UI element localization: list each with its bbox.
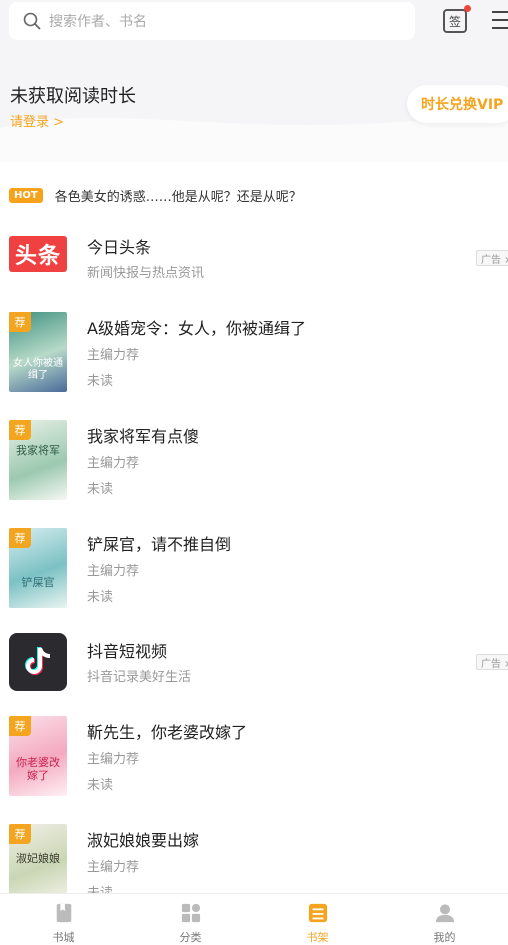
recommend-tag: 荐: [9, 716, 31, 736]
item-status: 未读: [87, 482, 114, 497]
item-subtitle: 新闻快报与热点资讯: [87, 266, 205, 281]
tab-bookstore[interactable]: 书城: [0, 894, 127, 945]
hot-badge: HOT: [9, 187, 43, 203]
tab-label: 书城: [52, 931, 75, 944]
item-title: 淑妃娘娘要出嫁: [87, 831, 200, 850]
search-icon: [23, 12, 41, 30]
tab-bookshelf[interactable]: 书架: [254, 894, 381, 945]
tab-label: 书架: [306, 931, 329, 944]
book-cover: 铲屎官 荐: [9, 528, 67, 608]
list-item-book[interactable]: 铲屎官 荐 铲屎官，请不推自倒 主编力荐 未读: [0, 526, 508, 626]
search-placeholder: 搜索作者、书名: [49, 14, 147, 30]
tab-label: 我的: [433, 931, 456, 944]
item-title: 我家将军有点傻: [87, 427, 200, 446]
ad-close-badge[interactable]: 广告 ×: [476, 654, 508, 670]
item-title: 靳先生，你老婆改嫁了: [87, 723, 248, 742]
item-subtitle: 主编力荐: [87, 860, 140, 875]
item-status: 未读: [87, 590, 114, 605]
bookshelf-icon: [308, 903, 327, 923]
header-area: 搜索作者、书名 签 未获取阅读时长 请登录 > 时长兑换VIP: [0, 0, 508, 162]
book-cover: 我家将军 荐: [9, 420, 67, 500]
ad-close-badge[interactable]: 广告 ×: [476, 250, 508, 266]
item-status: 未读: [87, 882, 113, 893]
toutiao-logo: 头条: [9, 234, 67, 274]
list-item-ad-toutiao[interactable]: 头条 今日头条 新闻快报与热点资讯 广告 ×: [0, 222, 508, 322]
item-subtitle: 主编力荐: [87, 564, 140, 579]
item-subtitle: 抖音记录美好生活: [87, 670, 192, 685]
notification-dot: [464, 5, 471, 12]
user-icon: [435, 904, 454, 923]
tab-categories[interactable]: 分类: [127, 894, 254, 945]
item-title: 铲屎官，请不推自倒: [87, 535, 232, 554]
search-bar[interactable]: 搜索作者、书名: [9, 2, 415, 40]
item-title: A级婚宠令：女人，你被通缉了: [87, 319, 306, 338]
list-item-book[interactable]: 你老婆改嫁了 荐 靳先生，你老婆改嫁了 主编力荐 未读: [0, 714, 508, 814]
douyin-logo: [9, 633, 67, 691]
vip-exchange-button[interactable]: 时长兑换VIP: [407, 85, 508, 123]
hot-banner[interactable]: HOT 各色美女的诱惑……他是从呢？还是从呢？: [0, 181, 508, 209]
list-item-book[interactable]: 女人你被通缉了 荐 A级婚宠令：女人，你被通缉了 主编力荐 未读: [0, 310, 508, 410]
bottom-tab-bar: 书城 分类 书架 我的: [0, 893, 508, 945]
reading-time-title: 未获取阅读时长: [10, 86, 136, 107]
item-status: 未读: [87, 778, 114, 793]
item-title: 抖音短视频: [87, 642, 168, 661]
sign-in-label: 签: [448, 14, 461, 29]
book-icon: [56, 903, 71, 923]
list-item-book[interactable]: 淑妃娘娘 荐 淑妃娘娘要出嫁 主编力荐 未读: [0, 822, 508, 893]
menu-icon[interactable]: [492, 11, 508, 31]
sign-in-button[interactable]: 签: [443, 5, 471, 33]
hot-text: 各色美女的诱惑……他是从呢？还是从呢？: [54, 189, 302, 205]
item-subtitle: 主编力荐: [87, 456, 140, 471]
item-subtitle: 主编力荐: [87, 348, 140, 363]
login-link[interactable]: 请登录 >: [10, 111, 64, 130]
item-status: 未读: [87, 374, 114, 389]
recommend-tag: 荐: [9, 312, 31, 332]
recommend-tag: 荐: [9, 824, 31, 844]
recommend-tag: 荐: [9, 528, 31, 548]
item-title: 今日头条: [87, 238, 152, 257]
tab-label: 分类: [179, 931, 202, 944]
item-subtitle: 主编力荐: [87, 752, 140, 767]
list-item-book[interactable]: 我家将军 荐 我家将军有点傻 主编力荐 未读: [0, 418, 508, 518]
book-cover: 淑妃娘娘 荐: [9, 824, 67, 893]
book-cover: 女人你被通缉了 荐: [9, 312, 67, 392]
book-cover: 你老婆改嫁了 荐: [9, 716, 67, 796]
tab-profile[interactable]: 我的: [381, 894, 508, 945]
grid-icon: [181, 903, 200, 923]
recommend-tag: 荐: [9, 420, 31, 440]
